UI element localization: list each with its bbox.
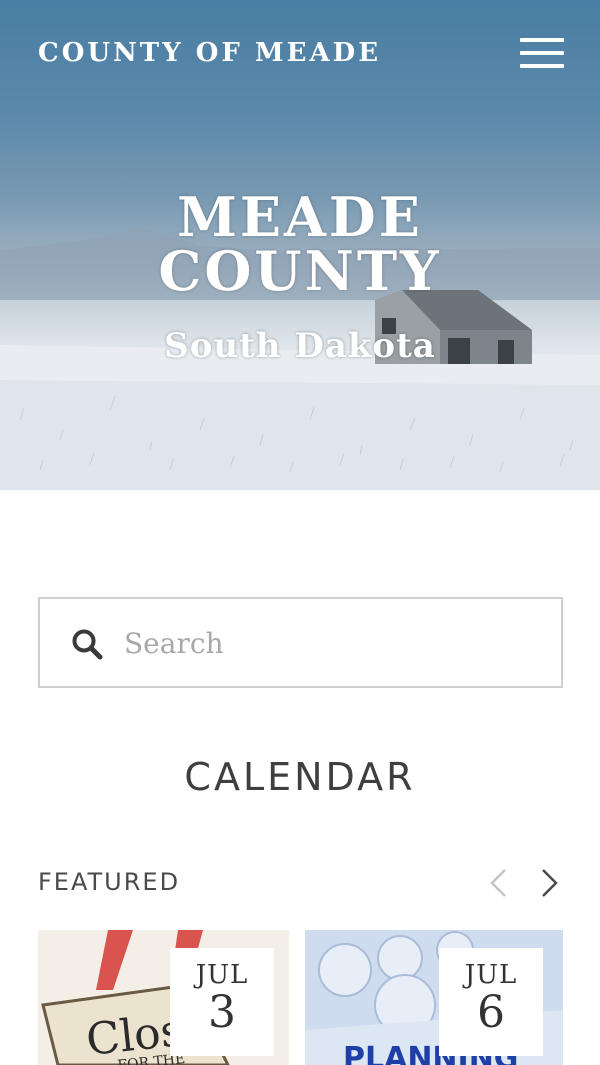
featured-label: FEATURED <box>38 868 181 896</box>
event-day: 6 <box>477 987 505 1038</box>
search-box[interactable] <box>38 597 563 688</box>
search-icon[interactable] <box>70 627 106 663</box>
hero-title: MEADE COUNTY <box>0 190 600 298</box>
site-title[interactable]: COUNTY OF MEADE <box>38 38 381 68</box>
event-month: JUL <box>464 960 518 990</box>
event-card[interactable]: Clos FOR THE JUL 3 <box>38 930 289 1065</box>
calendar-heading: CALENDAR <box>184 755 416 799</box>
hamburger-menu-icon[interactable] <box>520 38 564 72</box>
event-date-badge: JUL 3 <box>170 948 274 1056</box>
hero-banner: COUNTY OF MEADE MEADE COUNTY South Dakot… <box>0 0 600 490</box>
hero-subtitle: South Dakota <box>164 326 436 366</box>
event-day: 3 <box>208 987 236 1038</box>
event-month: JUL <box>195 960 249 990</box>
chevron-left-icon[interactable] <box>486 866 512 900</box>
hero-title-line1: MEADE <box>177 185 423 249</box>
search-input[interactable] <box>124 617 544 669</box>
event-date-badge: JUL 6 <box>439 948 543 1056</box>
event-card[interactable]: PLANNING JUL 6 <box>305 930 563 1065</box>
hero-title-line2: COUNTY <box>158 239 442 303</box>
chevron-right-icon[interactable] <box>536 866 562 900</box>
